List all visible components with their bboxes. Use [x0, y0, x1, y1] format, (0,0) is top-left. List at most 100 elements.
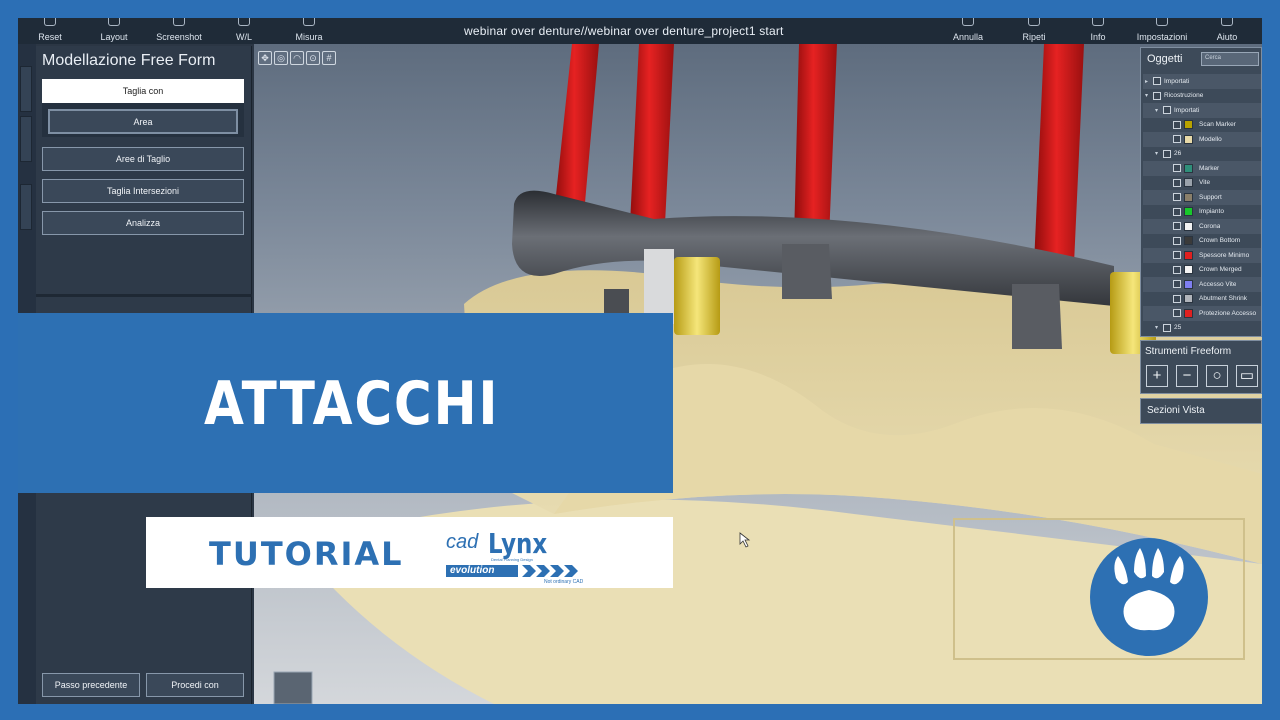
visibility-checkbox[interactable]	[1173, 207, 1181, 216]
expand-arrow-icon[interactable]: ▾	[1155, 107, 1163, 114]
tree-item[interactable]: ▾ Ricostruzione	[1143, 89, 1261, 104]
color-swatch[interactable]	[1184, 279, 1193, 289]
cut-intersections-button[interactable]: Taglia Intersezioni	[42, 179, 244, 203]
visibility-checkbox[interactable]	[1153, 77, 1161, 86]
window-level-button[interactable]: W/L	[228, 18, 260, 44]
info-button[interactable]: Info	[1082, 18, 1114, 44]
grid-icon[interactable]: #	[322, 51, 336, 65]
smooth-button[interactable]: ○	[1206, 365, 1228, 387]
color-swatch[interactable]	[1184, 308, 1193, 318]
color-swatch[interactable]	[1184, 120, 1193, 130]
visibility-checkbox[interactable]	[1173, 193, 1181, 202]
cut-with-tab[interactable]: Taglia con	[42, 79, 244, 103]
visibility-checkbox[interactable]	[1173, 251, 1181, 260]
paw-logo-badge	[1090, 538, 1208, 656]
visibility-checkbox[interactable]	[1173, 236, 1181, 245]
help-button[interactable]: Aiuto	[1208, 18, 1246, 44]
visibility-checkbox[interactable]	[1173, 294, 1181, 303]
view-toolbar: ✥ ◎ ◠ ⊙ #	[258, 48, 338, 65]
visibility-checkbox[interactable]	[1163, 149, 1171, 158]
tree-item[interactable]: Scan Marker	[1143, 118, 1261, 133]
tree-item[interactable]: Spessore Minimo	[1143, 248, 1261, 263]
area-button[interactable]: Area	[48, 109, 238, 134]
visibility-checkbox[interactable]	[1173, 309, 1181, 318]
visibility-checkbox[interactable]	[1173, 178, 1181, 187]
expand-arrow-icon[interactable]: ▾	[1155, 324, 1163, 331]
thumbnail-frame: Reset Layout Screenshot W/L Misura webin…	[0, 0, 1280, 720]
visibility-checkbox[interactable]	[1173, 265, 1181, 274]
color-swatch[interactable]	[1184, 221, 1193, 231]
visibility-checkbox[interactable]	[1173, 164, 1181, 173]
visibility-checkbox[interactable]	[1173, 222, 1181, 231]
visibility-checkbox[interactable]	[1173, 280, 1181, 289]
previous-step-button[interactable]: Passo precedente	[42, 673, 140, 697]
tree-item[interactable]: Modello	[1143, 132, 1261, 147]
tree-item[interactable]: Support	[1143, 190, 1261, 205]
tree-item[interactable]: Accesso Vite	[1143, 277, 1261, 292]
color-swatch[interactable]	[1184, 178, 1193, 188]
tree-item[interactable]: Crown Merged	[1143, 263, 1261, 278]
panel-divider	[36, 294, 252, 297]
implant-rod	[554, 44, 599, 214]
view-sections-panel[interactable]: Sezioni Vista	[1140, 398, 1262, 424]
implant-rod	[1034, 44, 1084, 264]
remove-material-button[interactable]: −	[1176, 365, 1198, 387]
add-material-button[interactable]: +	[1146, 365, 1168, 387]
target-icon[interactable]: ⊙	[306, 51, 320, 65]
undo-button[interactable]: Annulla	[946, 18, 990, 44]
settings-button[interactable]: Impostazioni	[1130, 18, 1194, 44]
visibility-checkbox[interactable]	[1153, 91, 1161, 100]
screenshot-button[interactable]: Screenshot	[154, 18, 204, 44]
tree-item[interactable]: ▾ Importati	[1143, 103, 1261, 118]
color-swatch[interactable]	[1184, 192, 1193, 202]
expand-arrow-icon[interactable]: ▾	[1145, 92, 1153, 99]
expand-arrow-icon[interactable]: ▸	[1145, 78, 1153, 85]
side-tab[interactable]	[20, 184, 32, 230]
cut-areas-button[interactable]: Aree di Taglio	[42, 147, 244, 171]
tree-item-label: Accesso Vite	[1199, 280, 1237, 288]
side-tab[interactable]	[20, 116, 32, 162]
tree-item[interactable]: Protezione Accesso	[1143, 306, 1261, 321]
color-swatch[interactable]	[1184, 265, 1193, 275]
objects-title: Oggetti	[1147, 53, 1183, 65]
color-swatch[interactable]	[1184, 163, 1193, 173]
bar-abutment	[1012, 284, 1062, 349]
attachment	[674, 257, 720, 335]
camera-view-icon[interactable]: ◎	[274, 51, 288, 65]
tree-item-label: Importati	[1164, 77, 1190, 85]
analyze-button[interactable]: Analizza	[42, 211, 244, 235]
color-swatch[interactable]	[1184, 207, 1193, 217]
visibility-checkbox[interactable]	[1163, 323, 1171, 332]
contrast-icon	[238, 18, 250, 26]
jaw-icon[interactable]: ◠	[290, 51, 304, 65]
proceed-button[interactable]: Procedi con	[146, 673, 244, 697]
tree-item[interactable]: Vite	[1143, 176, 1261, 191]
tree-item[interactable]: ▾ 26	[1143, 147, 1261, 162]
objects-search-input[interactable]: Cerca	[1201, 52, 1259, 66]
fill-button[interactable]: ▭	[1236, 365, 1258, 387]
view-thumbnail[interactable]	[273, 671, 313, 704]
move-icon[interactable]: ✥	[258, 51, 272, 65]
tree-item[interactable]: Marker	[1143, 161, 1261, 176]
tree-item[interactable]: ▾ 25	[1143, 321, 1261, 336]
reset-button[interactable]: Reset	[32, 18, 68, 44]
color-swatch[interactable]	[1184, 134, 1193, 144]
tree-item[interactable]: Abutment Shrink	[1143, 292, 1261, 307]
layout-button[interactable]: Layout	[96, 18, 132, 44]
color-swatch[interactable]	[1184, 250, 1193, 260]
redo-button[interactable]: Ripeti	[1014, 18, 1054, 44]
undo-icon	[962, 18, 974, 26]
tree-item[interactable]: ▸ Importati	[1143, 74, 1261, 89]
visibility-checkbox[interactable]	[1173, 120, 1181, 129]
measure-button[interactable]: Misura	[290, 18, 328, 44]
tree-item[interactable]: Crown Bottom	[1143, 234, 1261, 249]
side-tab[interactable]	[20, 66, 32, 112]
visibility-checkbox[interactable]	[1163, 106, 1171, 115]
color-swatch[interactable]	[1184, 294, 1193, 304]
expand-arrow-icon[interactable]: ▾	[1155, 150, 1163, 157]
tree-item[interactable]: Corona	[1143, 219, 1261, 234]
color-swatch[interactable]	[1184, 236, 1193, 246]
visibility-checkbox[interactable]	[1173, 135, 1181, 144]
tutorial-strip: TUTORIAL cad Lynx Dental Planning Design…	[146, 517, 673, 588]
tree-item[interactable]: Impianto	[1143, 205, 1261, 220]
